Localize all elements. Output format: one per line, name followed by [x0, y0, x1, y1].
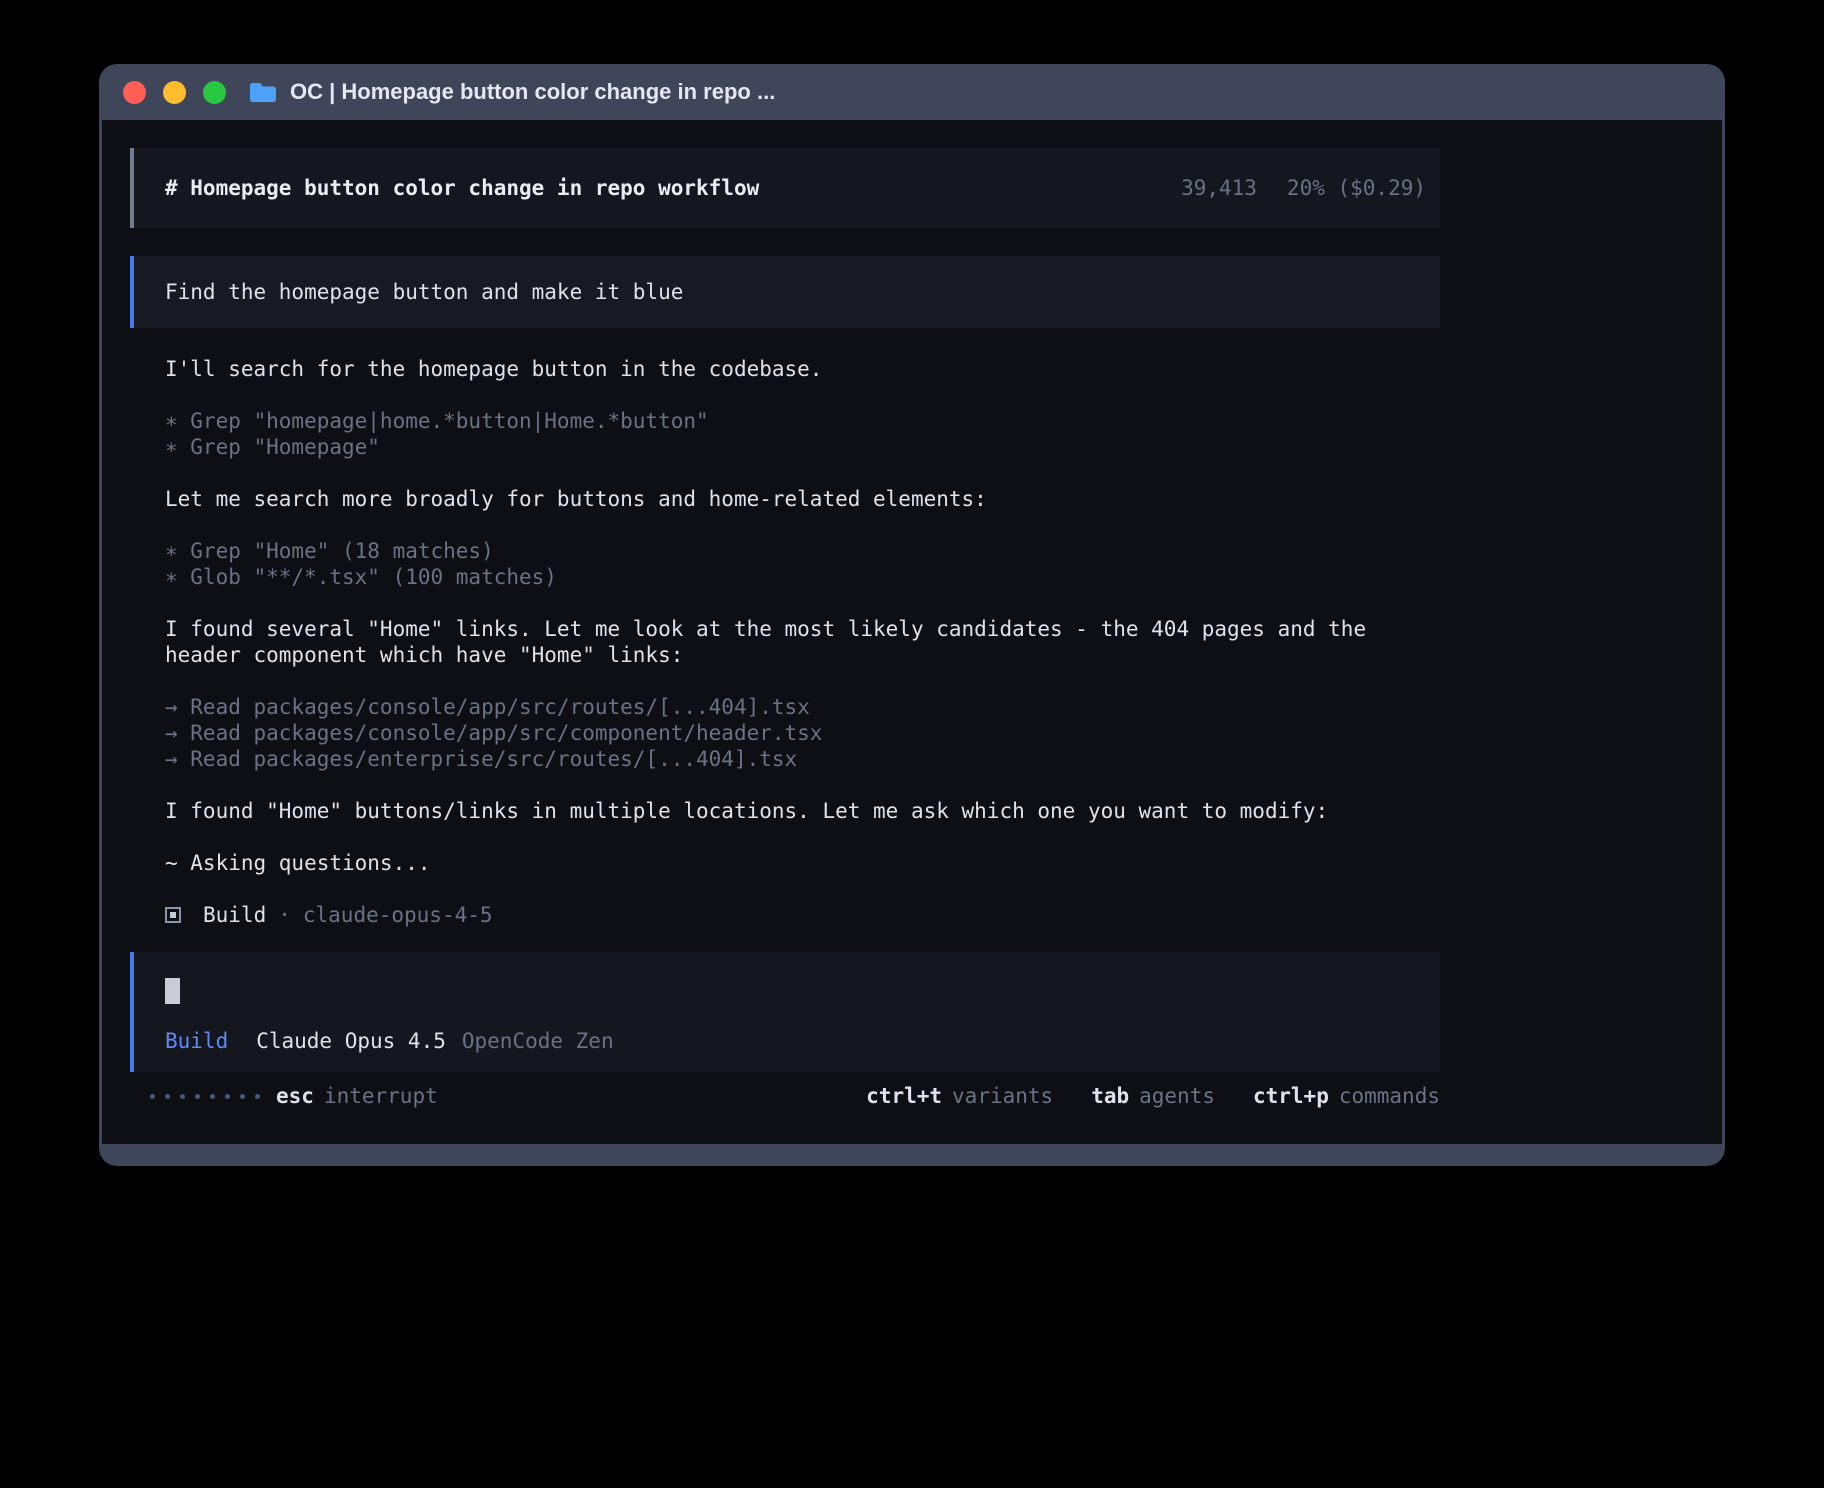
shortcut-label: agents	[1139, 1083, 1215, 1109]
terminal-window: OC | Homepage button color change in rep…	[99, 64, 1725, 1166]
agent-separator: ·	[278, 902, 291, 928]
shortcut-label: variants	[952, 1083, 1053, 1109]
assistant-text: I found several "Home" links. Let me loo…	[165, 616, 1440, 668]
close-button[interactable]	[123, 81, 146, 104]
token-count: 39,413	[1181, 175, 1257, 201]
terminal-content: # Homepage button color change in repo w…	[102, 120, 1722, 1144]
input-provider: OpenCode Zen	[462, 1028, 614, 1054]
session-stats: 39,413 20% ($0.29)	[1181, 175, 1426, 201]
text-cursor	[165, 978, 180, 1004]
shortcut-agents[interactable]: tab agents	[1091, 1083, 1215, 1109]
tool-call-read: → Read packages/enterprise/src/routes/[.…	[165, 746, 1440, 772]
shortcut-label: commands	[1339, 1083, 1440, 1109]
tool-call-grep: ∗ Grep "Home" (18 matches)	[165, 538, 1440, 564]
input-mode[interactable]: Build	[165, 1028, 228, 1054]
tool-call-glob: ∗ Glob "**/*.tsx" (100 matches)	[165, 564, 1440, 590]
user-message: Find the homepage button and make it blu…	[130, 256, 1440, 328]
tool-call-read: → Read packages/console/app/src/routes/[…	[165, 694, 1440, 720]
shortcut-commands[interactable]: ctrl+p commands	[1253, 1083, 1440, 1109]
interrupt-label: interrupt	[324, 1083, 438, 1109]
tool-call-grep: ∗ Grep "homepage|home.*button|Home.*butt…	[165, 408, 1440, 434]
agent-name: Build	[203, 902, 266, 928]
assistant-status-text: ~ Asking questions...	[165, 850, 1440, 876]
spinner-dots-icon	[150, 1094, 260, 1099]
session-title: # Homepage button color change in repo w…	[165, 175, 759, 201]
status-bar-right: ctrl+t variants tab agents ctrl+p comman…	[866, 1083, 1440, 1109]
session-header: # Homepage button color change in repo w…	[130, 148, 1440, 228]
context-usage: 20% ($0.29)	[1287, 175, 1426, 201]
input-meta: Build Claude Opus 4.5 OpenCode Zen	[165, 1028, 1426, 1054]
shortcut-key: ctrl+t	[866, 1083, 942, 1109]
agent-icon	[165, 907, 181, 923]
prompt-input[interactable]: Build Claude Opus 4.5 OpenCode Zen	[130, 952, 1440, 1072]
assistant-text: Let me search more broadly for buttons a…	[165, 486, 1440, 512]
input-model[interactable]: Claude Opus 4.5	[256, 1028, 446, 1054]
assistant-text: I found "Home" buttons/links in multiple…	[165, 798, 1440, 824]
window-title: OC | Homepage button color change in rep…	[290, 79, 775, 105]
folder-icon	[248, 80, 278, 104]
tool-call-read: → Read packages/console/app/src/componen…	[165, 720, 1440, 746]
user-message-text: Find the homepage button and make it blu…	[165, 280, 683, 304]
tool-call-grep: ∗ Grep "Homepage"	[165, 434, 1440, 460]
shortcut-variants[interactable]: ctrl+t variants	[866, 1083, 1053, 1109]
window-titlebar[interactable]: OC | Homepage button color change in rep…	[99, 64, 1725, 120]
window-bottom-edge	[99, 1144, 1725, 1166]
status-bar-left: esc interrupt	[130, 1083, 438, 1109]
traffic-lights	[123, 81, 226, 104]
interrupt-key[interactable]: esc	[276, 1083, 314, 1109]
assistant-text: I'll search for the homepage button in t…	[165, 356, 1440, 382]
shortcut-key: ctrl+p	[1253, 1083, 1329, 1109]
agent-model: claude-opus-4-5	[303, 902, 493, 928]
zoom-button[interactable]	[203, 81, 226, 104]
shortcut-key: tab	[1091, 1083, 1129, 1109]
status-bar: esc interrupt ctrl+t variants tab agents…	[130, 1083, 1440, 1109]
agent-status-line: Build · claude-opus-4-5	[165, 902, 1440, 928]
minimize-button[interactable]	[163, 81, 186, 104]
